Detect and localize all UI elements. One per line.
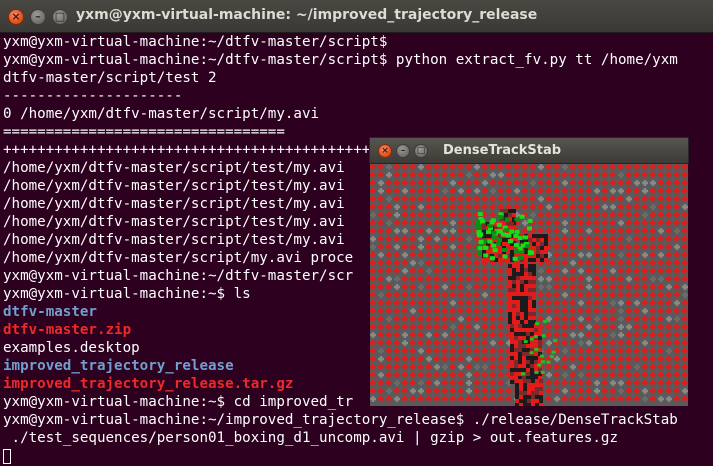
window-title: yxm@yxm-virtual-machine: ~/improved_traj… xyxy=(76,7,538,23)
maximize-window-icon[interactable]: □ xyxy=(52,9,68,25)
terminal-text: dtfv-master.zip xyxy=(3,322,371,338)
terminal-line: --------------------- xyxy=(3,87,713,105)
terminal-text: /home/yxm/dtfv-master/script/test/my.avi xyxy=(3,214,345,230)
terminal-text: examples.desktop xyxy=(3,340,371,356)
terminal-line: dtfv-master/script/test 2 xyxy=(3,69,713,87)
terminal-text: dtfv-master xyxy=(3,304,371,320)
terminal-text: /home/yxm/dtfv-master/script/test/my.avi xyxy=(3,232,345,248)
text-cursor xyxy=(3,448,11,464)
terminal-cursor-line xyxy=(3,447,713,465)
minimize-window-icon[interactable]: – xyxy=(30,9,46,25)
terminal-titlebar[interactable]: × – □ yxm@yxm-virtual-machine: ~/improve… xyxy=(0,0,713,33)
video-frame xyxy=(370,164,688,406)
terminal-text: ================================= xyxy=(3,124,285,140)
terminal-line: ./test_sequences/person01_boxing_d1_unco… xyxy=(3,429,713,447)
densetrackstab-titlebar[interactable]: × – □ DenseTrackStab xyxy=(369,137,689,164)
terminal-text: yxm@yxm-virtual-machine:~$ ls xyxy=(3,286,251,302)
close-window-icon[interactable]: × xyxy=(8,9,24,25)
terminal-text: yxm@yxm-virtual-machine:~/dtfv-master/sc… xyxy=(3,34,388,50)
terminal-line: yxm@yxm-virtual-machine:~/dtfv-master/sc… xyxy=(3,51,713,69)
terminal-text: improved_trajectory_release xyxy=(3,358,371,374)
tracked-frame-image xyxy=(370,164,688,406)
terminal-text: --------------------- xyxy=(3,88,183,104)
terminal-text: /home/yxm/dtfv-master/script/test/my.avi xyxy=(3,178,345,194)
terminal-text: /home/yxm/dtfv-master/script/test/my.avi xyxy=(3,196,345,212)
terminal-text: yxm@yxm-virtual-machine:~/dtfv-master/sc… xyxy=(3,52,678,68)
terminal-text: ./test_sequences/person01_boxing_d1_unco… xyxy=(3,430,618,446)
minimize-window-icon[interactable]: – xyxy=(396,144,410,158)
close-window-icon[interactable]: × xyxy=(378,144,392,158)
terminal-text: /home/yxm/dtfv-master/script/test/my.avi xyxy=(3,160,345,176)
terminal-line: 0 /home/yxm/dtfv-master/script/my.avi xyxy=(3,105,713,123)
terminal-text: yxm@yxm-virtual-machine:~$ cd improved_t… xyxy=(3,394,354,410)
densetrackstab-window[interactable]: × – □ DenseTrackStab xyxy=(369,137,689,409)
densetrackstab-title: DenseTrackStab xyxy=(443,143,562,158)
terminal-text: improved_trajectory_release.tar.gz xyxy=(3,376,371,392)
terminal-text: yxm@yxm-virtual-machine:~/dtfv-master/sc… xyxy=(3,268,354,284)
terminal-text: yxm@yxm-virtual-machine:~/improved_traje… xyxy=(3,412,678,428)
terminal-text: /home/yxm/dtfv-master/script/my.avi proc… xyxy=(3,250,354,266)
maximize-window-icon[interactable]: □ xyxy=(414,144,428,158)
terminal-line: yxm@yxm-virtual-machine:~/dtfv-master/sc… xyxy=(3,33,713,51)
terminal-text: 0 /home/yxm/dtfv-master/script/my.avi xyxy=(3,106,320,122)
terminal-line: yxm@yxm-virtual-machine:~/improved_traje… xyxy=(3,411,713,429)
terminal-text: dtfv-master/script/test 2 xyxy=(3,70,217,86)
